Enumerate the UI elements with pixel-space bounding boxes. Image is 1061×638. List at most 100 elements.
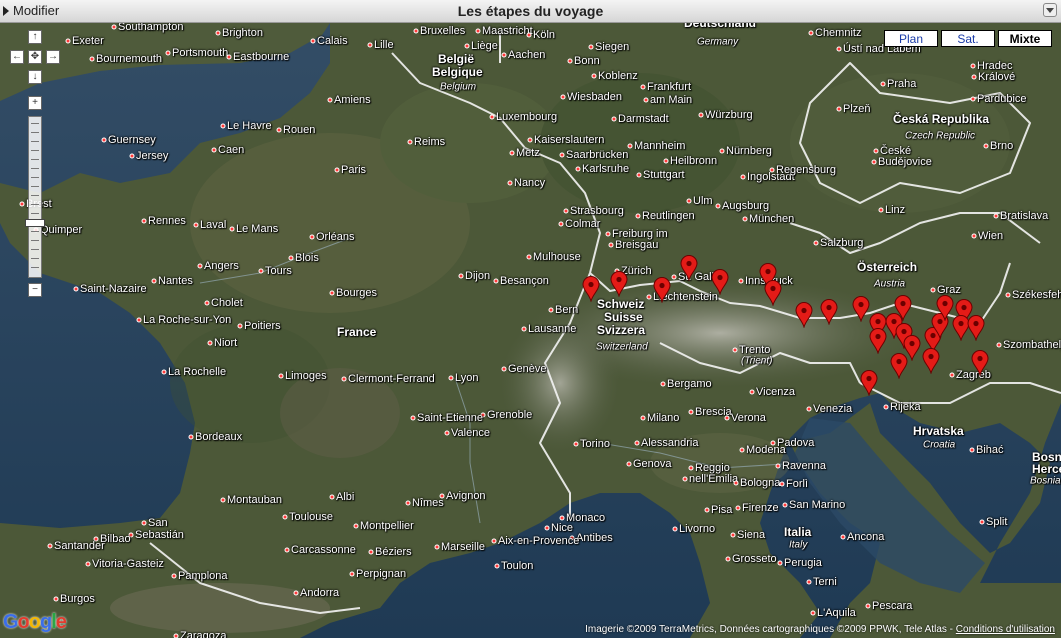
city-label: Vicenza — [756, 386, 795, 398]
city-dot — [193, 222, 199, 228]
country-label: Germany — [697, 36, 739, 48]
city-dot — [548, 307, 554, 313]
city-label: Frankfurt — [647, 81, 692, 93]
map-type-plan-button[interactable]: Plan — [884, 30, 938, 47]
city-label: Karlsruhe — [582, 163, 630, 175]
pan-down-button[interactable]: ↓ — [28, 70, 42, 84]
city-dot — [671, 274, 677, 280]
city-dot — [608, 242, 614, 248]
city-dot — [197, 263, 203, 269]
city-dot — [724, 415, 730, 421]
zoom-out-button[interactable]: − — [28, 283, 42, 297]
city-dot — [527, 137, 533, 143]
map-pin-icon[interactable] — [711, 269, 729, 296]
map-pin-icon[interactable] — [852, 296, 870, 323]
pan-up-button[interactable]: ↑ — [28, 30, 42, 44]
google-logo[interactable]: Google — [3, 611, 67, 634]
city-label: Milano — [647, 412, 680, 424]
city-dot — [229, 226, 235, 232]
city-label: Pescara — [872, 600, 913, 612]
city-dot — [559, 515, 565, 521]
city-dot — [1005, 292, 1011, 298]
city-dot — [501, 366, 507, 372]
map-pin-icon[interactable] — [764, 280, 782, 307]
zoom-in-button[interactable]: + — [28, 96, 42, 110]
city-dot — [526, 254, 532, 260]
map-pin-icon[interactable] — [582, 276, 600, 303]
city-dot — [276, 127, 282, 133]
city-label: Southampton — [118, 23, 184, 33]
map-pin-icon[interactable] — [922, 348, 940, 375]
city-dot — [635, 213, 641, 219]
pan-right-button[interactable]: → — [46, 50, 60, 64]
map-title-bar: Modifier Les étapes du voyage — [0, 0, 1061, 23]
city-dot — [353, 523, 359, 529]
city-dot — [405, 500, 411, 506]
map-pin-icon[interactable] — [820, 299, 838, 326]
city-label: Heilbronn — [670, 155, 718, 167]
city-label: Pisa — [711, 504, 733, 516]
city-label: Lille — [374, 39, 394, 51]
city-dot — [777, 560, 783, 566]
zoom-tick — [31, 258, 39, 259]
city-dot — [732, 347, 738, 353]
city-dot — [136, 317, 142, 323]
city-label: Pardubice — [977, 93, 1027, 105]
map-type-mixed-button[interactable]: Mixte — [998, 30, 1052, 47]
country-label: Belgique — [432, 65, 483, 79]
city-label: Colmar — [565, 218, 601, 230]
attribution-text: Imagerie ©2009 TerraMetrics, Données car… — [585, 624, 956, 635]
city-dot — [813, 240, 819, 246]
city-label: Bergamo — [667, 378, 712, 390]
city-label: Venezia — [813, 403, 853, 415]
city-dot — [101, 137, 107, 143]
city-label: Genève — [508, 363, 547, 375]
city-label: Béziers — [375, 546, 412, 558]
zoom-slider-track[interactable] — [28, 116, 42, 278]
map-pin-icon[interactable] — [653, 277, 671, 304]
map-canvas[interactable]: Southampton Brighton Calais Lille Bruxelles M… — [0, 23, 1061, 638]
city-dot — [407, 139, 413, 145]
city-dot — [993, 213, 999, 219]
city-label: Albi — [336, 491, 355, 503]
map-pin-icon[interactable] — [869, 328, 887, 355]
city-label: Santander — [54, 540, 105, 552]
city-label: Besançon — [500, 275, 549, 287]
map-pin-icon[interactable] — [967, 315, 985, 342]
city-dot — [735, 505, 741, 511]
city-label: Bordeaux — [195, 431, 243, 443]
city-label: Bonn — [574, 55, 600, 67]
city-label: Portsmouth — [172, 47, 229, 59]
country-label: Česká Republika — [893, 112, 990, 126]
map-pin-icon[interactable] — [680, 255, 698, 282]
map-pin-icon[interactable] — [795, 302, 813, 329]
city-label: Székesfehérvár — [1012, 289, 1061, 301]
city-dot — [111, 24, 117, 30]
city-label: Toulon — [501, 560, 534, 572]
city-label: Darmstadt — [618, 113, 669, 125]
zoom-tick — [31, 150, 39, 151]
city-dot — [310, 38, 316, 44]
map-pin-icon[interactable] — [610, 271, 628, 298]
city-dot — [719, 148, 725, 154]
city-dot — [725, 556, 731, 562]
map-type-satellite-button[interactable]: Sat. — [941, 30, 995, 47]
city-dot — [293, 590, 299, 596]
terms-of-use-link[interactable]: Conditions d'utilisation — [956, 624, 1055, 635]
zoom-tick — [31, 249, 39, 250]
collapse-chevron-icon[interactable] — [1043, 3, 1057, 17]
pan-center-icon[interactable]: ✥ — [28, 50, 42, 64]
map-pin-icon[interactable] — [860, 370, 878, 397]
city-label: Angers — [204, 260, 239, 272]
city-dot — [204, 300, 210, 306]
city-label: Vitoria-Gasteiz — [92, 558, 164, 570]
zoom-slider-thumb[interactable] — [25, 219, 45, 228]
country-label: Czech Republic — [905, 130, 976, 142]
map-pin-icon[interactable] — [890, 353, 908, 380]
map-pin-icon[interactable] — [894, 295, 912, 322]
country-label: France — [337, 325, 377, 339]
pan-left-button[interactable]: ← — [10, 50, 24, 64]
city-dot — [226, 54, 232, 60]
city-label: Wiesbaden — [567, 91, 623, 103]
map-pin-icon[interactable] — [971, 350, 989, 377]
